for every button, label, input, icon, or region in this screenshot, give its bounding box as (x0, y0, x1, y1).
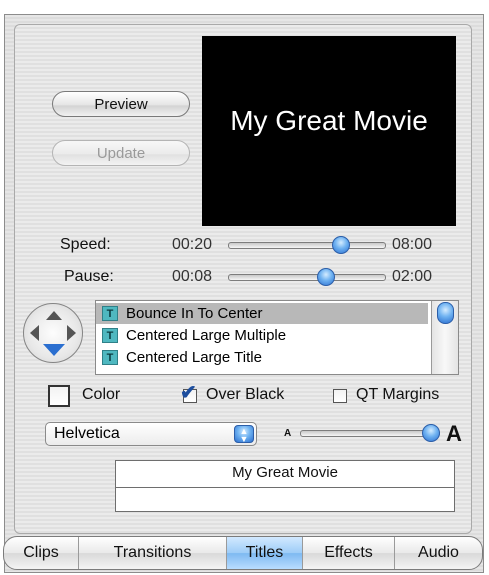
pause-max-value: 02:00 (392, 268, 433, 285)
title-t-icon: T (102, 328, 118, 343)
text-size-slider[interactable] (300, 430, 440, 437)
over-black-label: Over Black (206, 386, 285, 403)
title-text-line-1[interactable]: My Great Movie (116, 464, 454, 481)
qt-margins-checkbox[interactable] (333, 389, 347, 403)
pause-slider[interactable] (228, 274, 386, 281)
direction-right-icon[interactable] (67, 325, 76, 341)
font-popup-value: Helvetica (54, 425, 120, 442)
tab-clips[interactable]: Clips (4, 537, 79, 569)
direction-up-icon[interactable] (46, 311, 62, 320)
check-icon: ✔ (180, 382, 197, 404)
speed-label: Speed: (60, 236, 111, 253)
preview-title-text: My Great Movie (230, 105, 428, 136)
tab-bar: Clips Transitions Titles Effects Audio (3, 536, 483, 570)
list-scrollbar-thumb[interactable] (437, 302, 454, 324)
qt-margins-label: QT Margins (356, 386, 440, 403)
direction-down-icon[interactable] (43, 344, 65, 356)
preview-button[interactable]: Preview (52, 91, 190, 117)
list-item[interactable]: T Centered Large Multiple (96, 325, 428, 346)
update-button[interactable]: Update (52, 140, 190, 166)
color-label: Color (82, 386, 121, 403)
title-style-list[interactable]: T Bounce In To Center T Centered Large M… (95, 300, 459, 375)
pause-slider-thumb[interactable] (317, 268, 335, 286)
list-item[interactable]: T Bounce In To Center (96, 303, 428, 324)
small-text-size-icon: A (284, 428, 292, 439)
popup-arrows-icon[interactable]: ▲ ▼ (234, 425, 254, 444)
large-text-size-icon: A (446, 421, 462, 446)
title-text-divider (116, 487, 454, 488)
title-preview-monitor: My Great Movie (202, 36, 456, 226)
list-scrollbar[interactable] (431, 301, 458, 374)
direction-left-icon[interactable] (30, 325, 39, 341)
speed-max-value: 08:00 (392, 236, 433, 253)
speed-min-value: 00:20 (172, 236, 213, 253)
direction-pad-icon[interactable] (23, 303, 83, 363)
title-text-box[interactable]: My Great Movie (115, 460, 455, 512)
title-t-icon: T (102, 350, 118, 365)
title-t-icon: T (102, 306, 118, 321)
tab-titles[interactable]: Titles (227, 537, 303, 569)
list-item[interactable]: T Centered Large Title (96, 347, 428, 368)
tab-effects[interactable]: Effects (303, 537, 395, 569)
speed-slider-thumb[interactable] (332, 236, 350, 254)
color-checkbox[interactable] (48, 385, 70, 407)
font-popup[interactable]: Helvetica ▲ ▼ (45, 422, 257, 446)
tab-audio[interactable]: Audio (395, 537, 482, 569)
text-size-slider-thumb[interactable] (422, 424, 440, 442)
tab-transitions[interactable]: Transitions (79, 537, 227, 569)
pause-min-value: 00:08 (172, 268, 213, 285)
speed-slider[interactable] (228, 242, 386, 249)
pause-label: Pause: (64, 268, 114, 285)
